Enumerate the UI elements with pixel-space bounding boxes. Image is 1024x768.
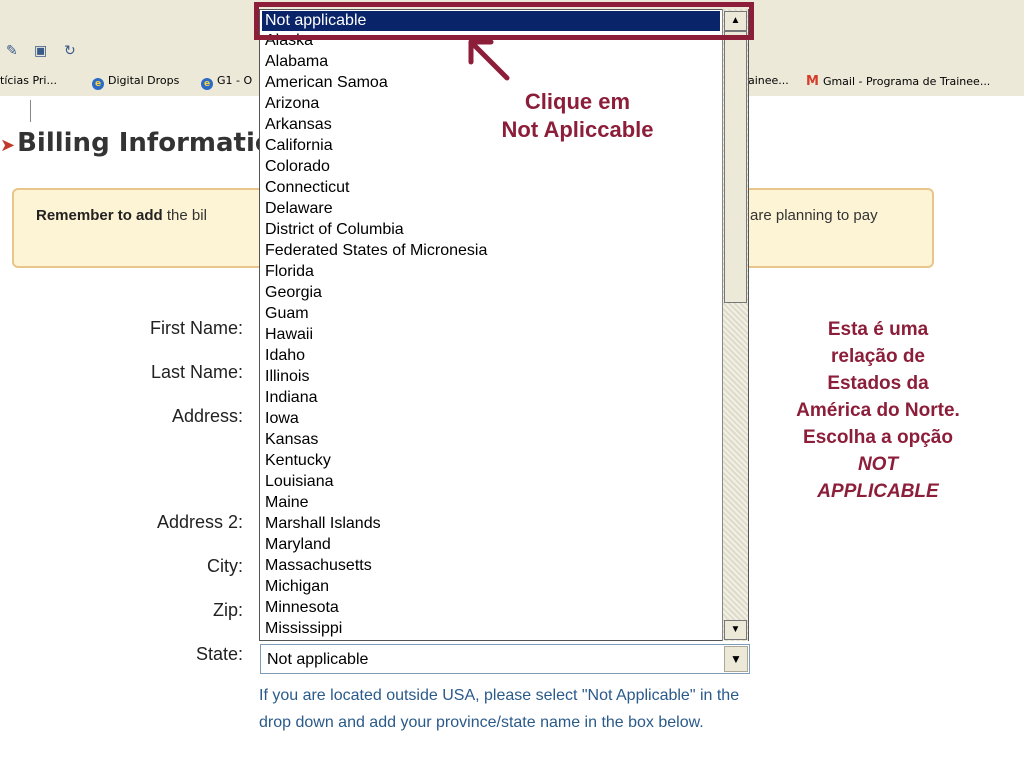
dropdown-option[interactable]: Kansas <box>265 429 318 450</box>
page-title: ➤Billing Informatio <box>0 128 273 158</box>
dropdown-option[interactable]: Arkansas <box>265 114 332 135</box>
dropdown-option[interactable]: Guam <box>265 303 309 324</box>
dropdown-option[interactable]: Michigan <box>265 576 329 597</box>
last-name-label: Last Name: <box>150 362 243 382</box>
annotation-click: Clique em Not Apliccable <box>470 88 685 144</box>
dropdown-option[interactable]: Florida <box>265 261 314 282</box>
dropdown-option[interactable]: Maryland <box>265 534 331 555</box>
dropdown-option[interactable]: Louisiana <box>265 471 334 492</box>
dropdown-option[interactable]: Minnesota <box>265 597 339 618</box>
dropdown-option[interactable]: Connecticut <box>265 177 350 198</box>
annotation-line: relação de <box>831 346 925 367</box>
notice-text: Remember to add the bil <box>36 207 207 224</box>
chevron-down-icon[interactable]: ▼ <box>724 646 748 672</box>
link-item[interactable]: tícias Pri... <box>0 74 57 87</box>
scrollbar-thumb[interactable] <box>724 31 747 303</box>
divider <box>30 100 31 122</box>
dropdown-option[interactable]: Georgia <box>265 282 322 303</box>
state-label: State: <box>195 644 243 664</box>
ie-icon: e <box>92 78 104 90</box>
dropdown-option[interactable]: Hawaii <box>265 324 313 345</box>
zip-label: Zip: <box>212 600 243 620</box>
help-text: If you are located outside USA, please s… <box>259 687 740 731</box>
dropdown-option[interactable]: Idaho <box>265 345 305 366</box>
dropdown-option[interactable]: American Samoa <box>265 72 388 93</box>
annotation-line: Esta é uma <box>827 319 929 340</box>
dropdown-option[interactable]: Delaware <box>265 198 333 219</box>
annotation-line: Not Apliccable <box>501 117 654 142</box>
dropdown-option[interactable]: Marshall Islands <box>265 513 381 534</box>
address-label: Address: <box>171 406 243 426</box>
annotation-explanation: Esta é uma relação de Estados da América… <box>772 316 984 505</box>
ie-icon: e <box>201 78 213 90</box>
link-item[interactable]: e Digital Drops <box>92 74 179 90</box>
dropdown-option[interactable]: Iowa <box>265 408 299 429</box>
annotation-line: APPLICABLE <box>817 481 939 502</box>
dropdown-option[interactable]: Colorado <box>265 156 330 177</box>
dropdown-option[interactable]: Massachusetts <box>265 555 372 576</box>
annotation-line: Escolha a opção <box>803 427 953 448</box>
link-item[interactable]: ainee... <box>748 74 789 87</box>
dropdown-option[interactable]: District of Columbia <box>265 219 404 240</box>
dropdown-option[interactable]: Indiana <box>265 387 318 408</box>
first-name-label: First Name: <box>149 318 243 338</box>
annotation-line: Estados da <box>827 373 929 394</box>
notice-text-right: are planning to pay <box>750 207 878 224</box>
annotation-line: NOT <box>857 454 899 475</box>
link-item[interactable]: M Gmail - Programa de Trainee... <box>806 74 990 89</box>
dropdown-option[interactable]: Mississippi <box>265 618 342 639</box>
link-item[interactable]: e G1 - O <box>201 74 252 90</box>
dropdown-option[interactable]: Alabama <box>265 51 328 72</box>
state-select[interactable]: Not applicable ▼ <box>260 644 750 674</box>
dropdown-option[interactable]: Kentucky <box>265 450 331 471</box>
dropdown-option[interactable]: Arizona <box>265 93 319 114</box>
refresh-icon[interactable]: ↻ <box>64 42 76 59</box>
dropdown-option[interactable]: Maine <box>265 492 309 513</box>
scroll-down-icon[interactable]: ▼ <box>724 620 747 640</box>
dropdown-option[interactable]: Federated States of Micronesia <box>265 240 487 261</box>
address2-label: Address 2: <box>156 512 243 532</box>
dropdown-option[interactable]: California <box>265 135 333 156</box>
annotation-line: Clique em <box>524 89 631 114</box>
highlight-box <box>254 2 754 40</box>
bullet-arrow-icon: ➤ <box>0 135 16 156</box>
annotation-line: América do Norte. <box>796 400 960 421</box>
gmail-icon: M <box>806 74 819 89</box>
state-select-value: Not applicable <box>267 651 369 668</box>
dropdown-option[interactable]: Illinois <box>265 366 309 387</box>
pointer-arrow-icon <box>468 39 510 81</box>
city-label: City: <box>207 556 243 576</box>
history-icon[interactable]: ✎ <box>6 42 18 59</box>
toolbar-icon[interactable]: ▣ <box>34 42 47 59</box>
